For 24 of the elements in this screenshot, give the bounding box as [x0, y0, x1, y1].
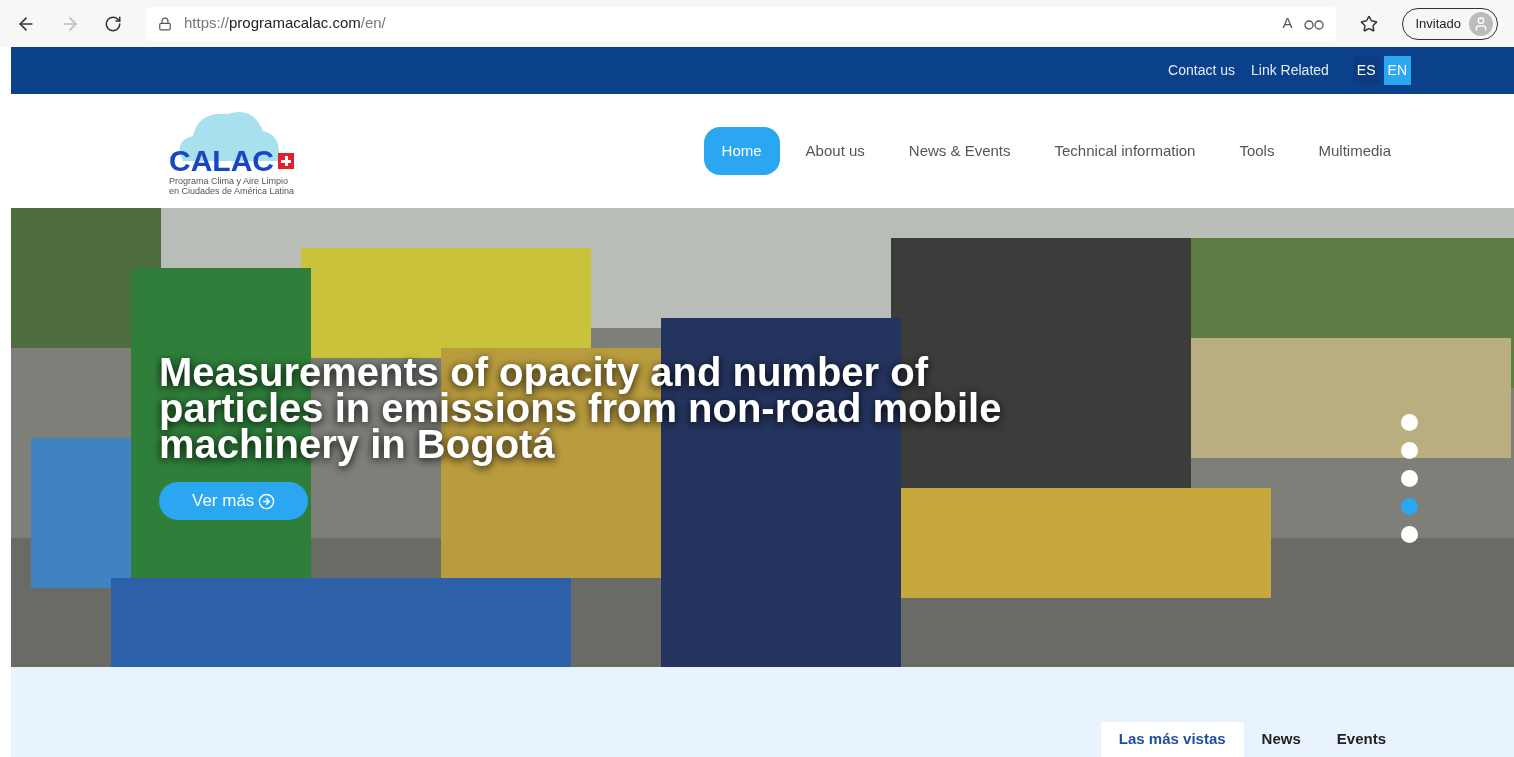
- avatar-icon: [1469, 11, 1493, 36]
- logo-tagline: Programa Clima y Aire Limpio: [169, 176, 290, 186]
- logo-wordmark: CALAC: [169, 146, 274, 176]
- logo-tagline: en Ciudades de América Latina: [169, 186, 296, 196]
- nav-link[interactable]: News & Events: [890, 126, 1029, 176]
- favorites-icon[interactable]: [1360, 14, 1379, 33]
- address-bar[interactable]: https://programacalac.com/en/ A: [146, 6, 1337, 41]
- nav-link[interactable]: Multimedia: [1300, 126, 1409, 176]
- logo[interactable]: CALAC Programa Clima y Aire Limpio en Ciudades de América Latina: [169, 106, 309, 196]
- language-link[interactable]: ES: [1352, 56, 1380, 85]
- url-text: https://programacalac.com/en/: [184, 13, 386, 34]
- tab[interactable]: Las más vistas: [1100, 722, 1244, 757]
- read-aloud-icon[interactable]: A: [1282, 12, 1293, 35]
- reload-icon[interactable]: [104, 14, 122, 33]
- tab[interactable]: News: [1243, 722, 1319, 757]
- top-link[interactable]: Contact us: [1168, 60, 1236, 81]
- top-link[interactable]: Link Related: [1251, 60, 1329, 81]
- nav-link[interactable]: Technical information: [1036, 126, 1214, 176]
- arrow-circle-icon: [258, 492, 276, 510]
- nav-link[interactable]: About us: [787, 126, 883, 176]
- swiss-cross-icon: [278, 153, 294, 169]
- tab[interactable]: Events: [1318, 722, 1404, 757]
- lock-icon: [158, 16, 172, 31]
- nav-link[interactable]: Tools: [1221, 126, 1293, 176]
